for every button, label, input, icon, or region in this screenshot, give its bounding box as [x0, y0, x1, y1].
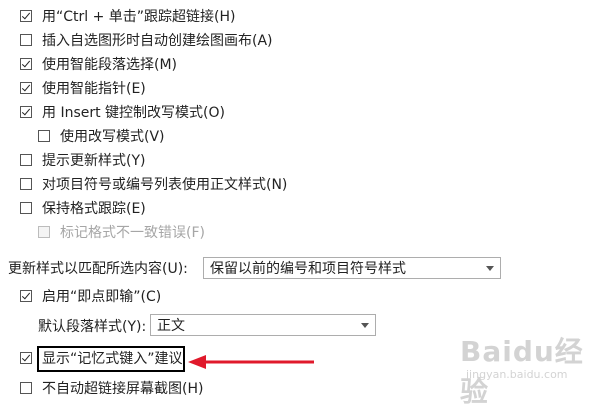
option-no-autolink-screenshot[interactable]: 不自动超链接屏幕截图(H): [20, 376, 203, 400]
checkbox[interactable]: [20, 382, 32, 394]
highlight-box: [37, 346, 185, 372]
update-style-label: 更新样式以匹配所选内容(U):: [8, 261, 188, 277]
option-mark-inconsistency[interactable]: 标记格式不一致错误(F): [38, 220, 205, 244]
checkbox[interactable]: [20, 58, 32, 70]
option-normal-style-lists[interactable]: 对项目符号或编号列表使用正文样式(N): [20, 172, 287, 196]
checkbox[interactable]: [20, 352, 32, 364]
checkbox[interactable]: [20, 290, 32, 302]
option-label: 提示更新样式(Y): [42, 153, 146, 169]
checkbox[interactable]: [38, 130, 50, 142]
checkbox[interactable]: [20, 154, 32, 166]
option-label: 使用智能段落选择(M): [42, 57, 178, 73]
option-click-type[interactable]: 启用“即点即输”(C): [20, 284, 161, 308]
default-para-value: 正文: [157, 318, 185, 334]
option-ctrl-click[interactable]: 用“Ctrl + 单击”跟踪超链接(H): [20, 4, 236, 28]
option-label: 不自动超链接屏幕截图(H): [42, 381, 204, 397]
update-style-value: 保留以前的编号和项目符号样式: [210, 261, 406, 277]
option-label: 用 Insert 键控制改写模式(O): [42, 105, 225, 121]
default-para-label: 默认段落样式(Y):: [38, 319, 147, 335]
option-insert-key[interactable]: 用 Insert 键控制改写模式(O): [20, 100, 225, 124]
baidu-watermark: Baidu经验 jingyan.baidu.com: [460, 330, 590, 408]
checkbox[interactable]: [20, 82, 32, 94]
default-para-row: 默认段落样式(Y):: [38, 314, 146, 338]
red-arrow-icon: [188, 355, 314, 369]
option-label: 对项目符号或编号列表使用正文样式(N): [42, 177, 288, 193]
option-keep-format[interactable]: 保持格式跟踪(E): [20, 196, 146, 220]
option-label: 启用“即点即输”(C): [42, 289, 162, 305]
option-prompt-update[interactable]: 提示更新样式(Y): [20, 148, 145, 172]
checkbox[interactable]: [20, 10, 32, 22]
checkbox[interactable]: [20, 106, 32, 118]
update-style-row: 更新样式以匹配所选内容(U):: [8, 256, 188, 280]
option-overtype[interactable]: 使用改写模式(V): [38, 124, 165, 148]
option-smart-cursor[interactable]: 使用智能指针(E): [20, 76, 146, 100]
option-label: 标记格式不一致错误(F): [60, 225, 205, 241]
watermark-sub: jingyan.baidu.com: [466, 368, 568, 381]
option-insert-canvas[interactable]: 插入自选图形时自动创建绘图画布(A): [20, 28, 273, 52]
chevron-down-icon: [361, 323, 369, 328]
option-label: 插入自选图形时自动创建绘图画布(A): [42, 33, 273, 49]
checkbox[interactable]: [20, 178, 32, 190]
default-para-select[interactable]: 正文: [150, 314, 376, 336]
option-label: 保持格式跟踪(E): [42, 201, 146, 217]
option-smart-paragraph[interactable]: 使用智能段落选择(M): [20, 52, 177, 76]
option-label: 用“Ctrl + 单击”跟踪超链接(H): [42, 9, 236, 25]
checkbox[interactable]: [38, 226, 50, 238]
option-label: 使用改写模式(V): [60, 129, 165, 145]
checkbox[interactable]: [20, 34, 32, 46]
chevron-down-icon: [486, 266, 494, 271]
checkbox[interactable]: [20, 202, 32, 214]
update-style-select[interactable]: 保留以前的编号和项目符号样式: [203, 257, 501, 279]
option-label: 使用智能指针(E): [42, 81, 146, 97]
